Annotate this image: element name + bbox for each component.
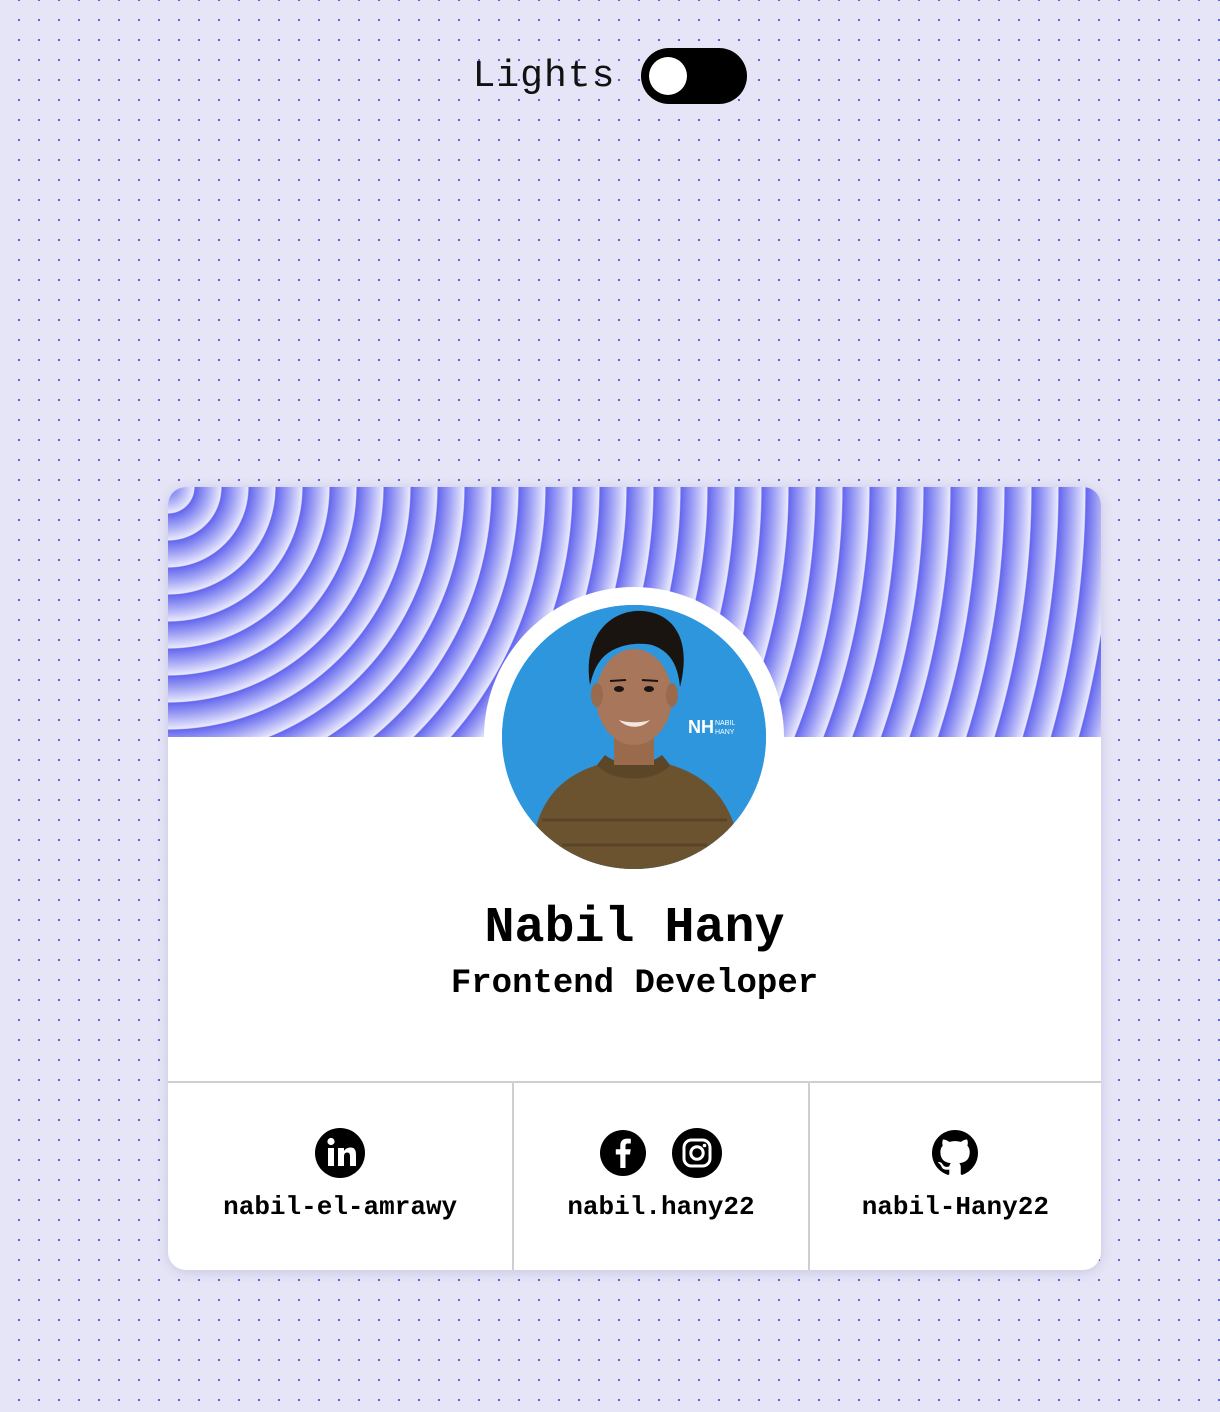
linkedin-link[interactable]: nabil-el-amrawy [168, 1083, 515, 1270]
github-icon [932, 1130, 979, 1175]
avatar-logo-line2: HANY [715, 729, 735, 736]
github-link[interactable]: nabil-Hany22 [810, 1083, 1101, 1270]
social-icons [932, 1128, 979, 1178]
profile-name: Nabil Hany [484, 900, 785, 957]
github-handle: nabil-Hany22 [861, 1192, 1049, 1222]
social-icons [599, 1128, 722, 1178]
avatar-logo-line1: NABIL [715, 720, 735, 727]
avatar-frame: NH NABIL HANY [484, 587, 784, 887]
linkedin-icon [315, 1128, 366, 1178]
facebook-icon [599, 1130, 646, 1176]
lights-toggle-label: Lights [472, 54, 616, 98]
linkedin-handle: nabil-el-amrawy [223, 1192, 458, 1222]
facebook-instagram-link[interactable]: nabil.hany22 [514, 1083, 810, 1270]
avatar: NH NABIL HANY [502, 605, 766, 869]
instagram-icon [671, 1128, 722, 1178]
facebook-instagram-handle: nabil.hany22 [567, 1192, 755, 1222]
profile-card: NH NABIL HANY Nabil Hany Frontend Develo… [168, 487, 1101, 1270]
social-icons [315, 1128, 366, 1178]
profile-role: Frontend Developer [450, 965, 819, 1003]
lights-toggle-row: Lights [0, 48, 1220, 104]
avatar-photo: NH NABIL HANY [502, 605, 766, 869]
social-links: nabil-el-amrawy nabil.hany22 nabil-Hany2… [168, 1081, 1101, 1270]
toggle-knob [649, 57, 688, 95]
avatar-logo-initials: NH [688, 717, 714, 737]
lights-toggle-switch[interactable] [641, 48, 748, 104]
